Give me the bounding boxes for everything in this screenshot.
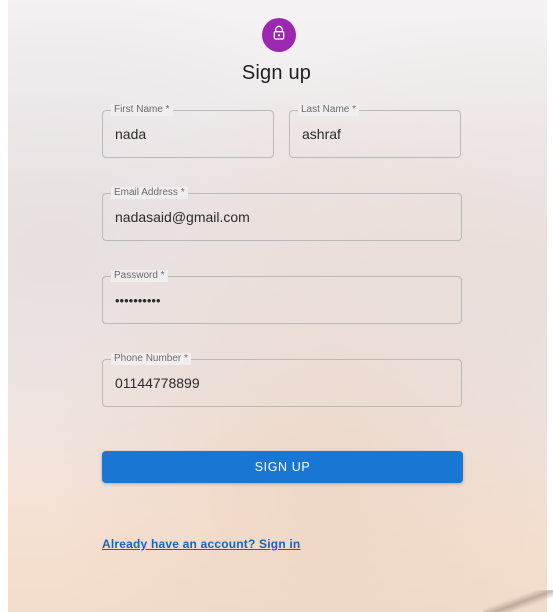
last-name-label: Last Name *: [298, 104, 360, 116]
first-name-field[interactable]: First Name * nada: [102, 104, 274, 158]
phone-label: Phone Number *: [111, 353, 191, 365]
password-input[interactable]: ••••••••••: [115, 293, 161, 308]
password-field[interactable]: Password * ••••••••••: [102, 270, 462, 324]
phone-field[interactable]: Phone Number * 01144778899: [102, 353, 462, 407]
page-edge-right: [547, 0, 553, 612]
avatar: [262, 18, 296, 52]
lock-icon: [271, 25, 287, 46]
sign-up-button[interactable]: SIGN UP: [102, 451, 463, 483]
email-field[interactable]: Email Address * nadasaid@gmail.com: [102, 187, 462, 241]
email-label: Email Address *: [111, 187, 188, 199]
first-name-label: First Name *: [111, 104, 173, 116]
page-edge-left: [0, 0, 8, 612]
sign-in-link[interactable]: Already have an account? Sign in: [102, 537, 300, 551]
background-streak: [483, 590, 553, 612]
password-label: Password *: [111, 270, 168, 282]
page-title: Sign up: [241, 62, 312, 84]
first-name-input[interactable]: nada: [115, 126, 146, 142]
phone-input[interactable]: 01144778899: [115, 375, 200, 391]
email-input[interactable]: nadasaid@gmail.com: [115, 209, 250, 225]
last-name-input[interactable]: ashraf: [302, 126, 341, 142]
last-name-field[interactable]: Last Name * ashraf: [289, 104, 461, 158]
